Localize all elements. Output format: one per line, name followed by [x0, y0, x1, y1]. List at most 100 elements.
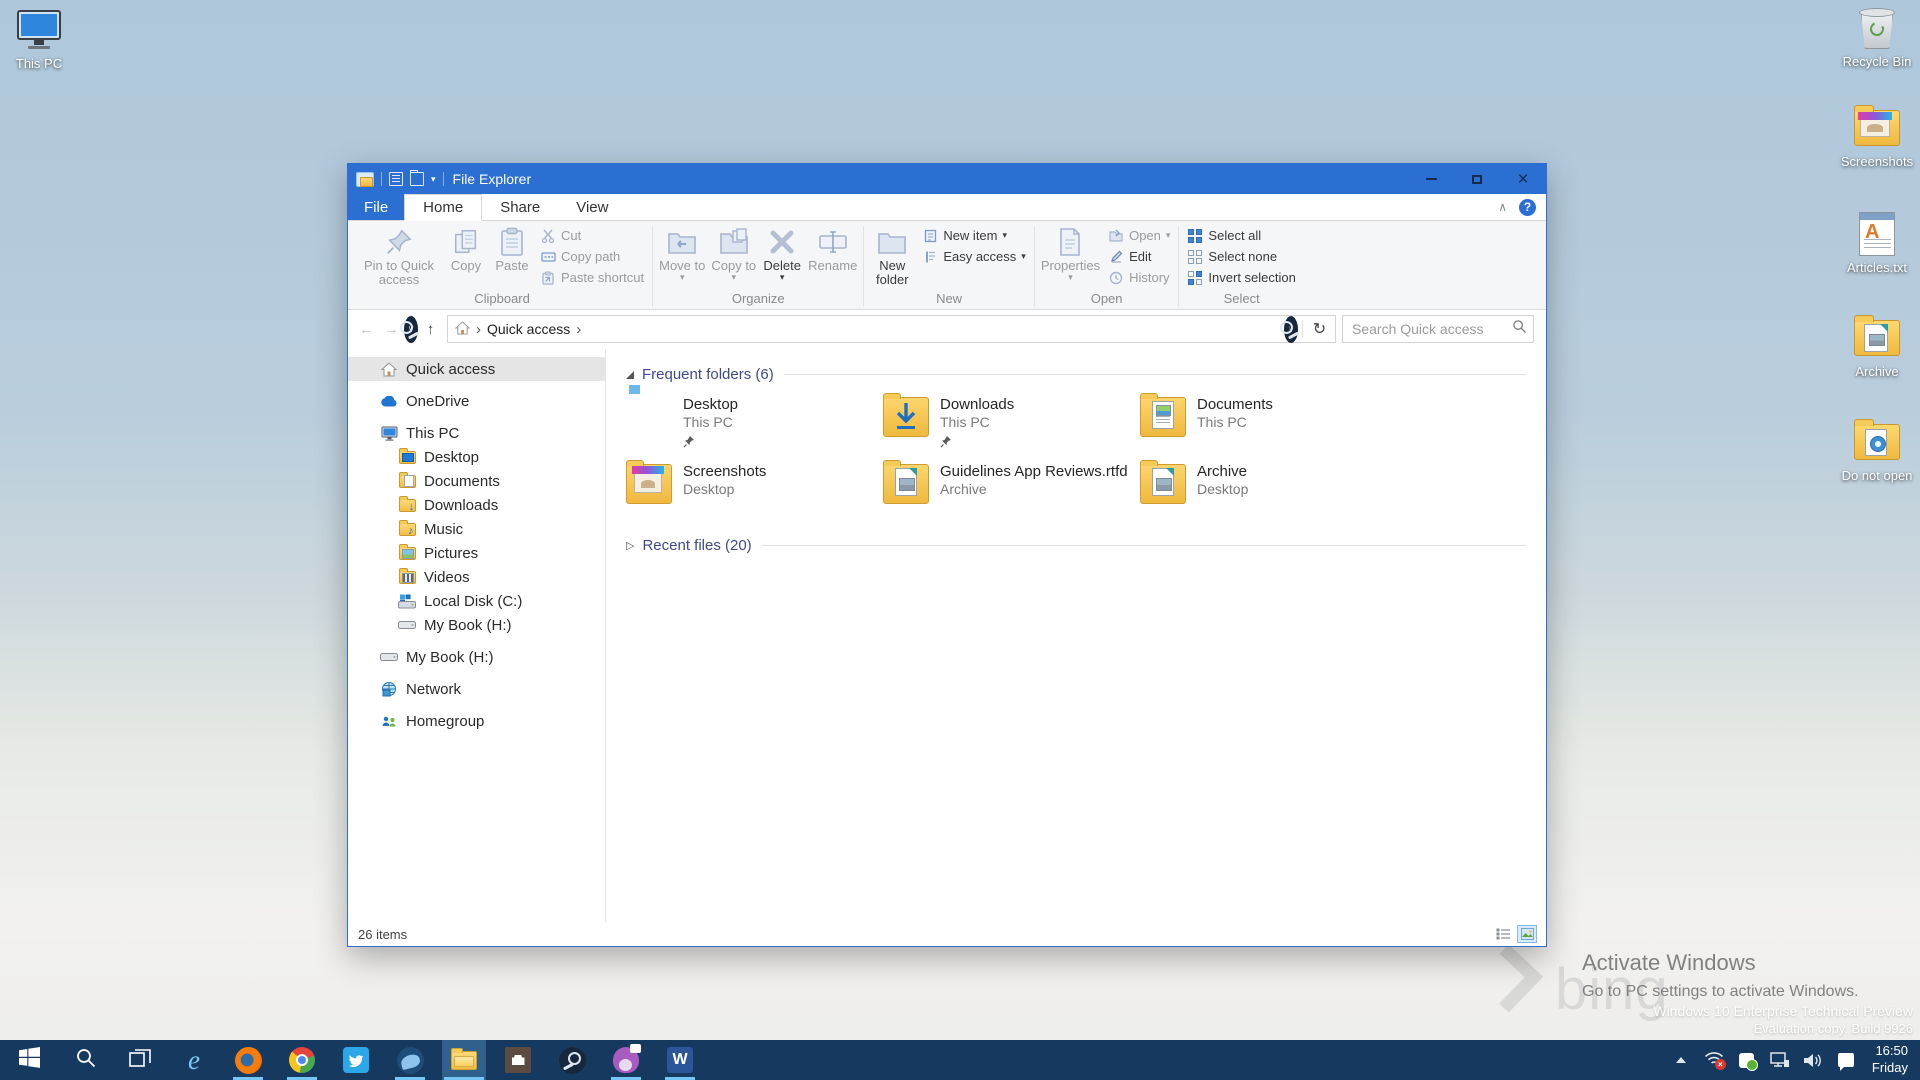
network-icon[interactable]	[1770, 1049, 1790, 1071]
sidebar-item-homegroup[interactable]: Homegroup	[348, 709, 605, 733]
up-button[interactable]: ↑	[418, 316, 443, 342]
recent-locations-icon[interactable]: ∨	[404, 316, 418, 343]
sidebar-item-pictures[interactable]: Pictures	[348, 541, 605, 565]
history-button[interactable]: History	[1103, 267, 1175, 288]
collapse-ribbon-icon[interactable]: ∧	[1498, 200, 1507, 214]
rename-button[interactable]: Rename	[805, 224, 860, 273]
sidebar-item-videos[interactable]: Videos	[348, 565, 605, 589]
help-icon[interactable]: ?	[1519, 199, 1536, 216]
sidebar-item-music[interactable]: Music	[348, 517, 605, 541]
folder-tile-archive[interactable]: Archive Desktop	[1140, 463, 1397, 521]
new-folder-button[interactable]: New folder	[867, 224, 917, 288]
sidebar-item-local-disk[interactable]: Local Disk (C:)	[348, 589, 605, 613]
search-icon[interactable]	[1512, 319, 1527, 339]
taskbar-word[interactable]: W	[658, 1040, 702, 1080]
sidebar-item-network[interactable]: Network	[348, 677, 605, 701]
start-button[interactable]	[4, 1040, 54, 1080]
show-hidden-icons-button[interactable]	[1671, 1049, 1691, 1071]
desktop-icon-articles[interactable]: Articles.txt	[1838, 210, 1916, 276]
sidebar-item-documents[interactable]: Documents	[348, 469, 605, 493]
do-not-open-folder-icon	[1854, 418, 1900, 466]
desktop-icon-this-pc[interactable]: This PC	[0, 6, 78, 72]
close-button[interactable]: ×	[1500, 164, 1546, 194]
sidebar-item-onedrive[interactable]: OneDrive	[348, 389, 605, 413]
folder-tile-documents[interactable]: Documents This PC	[1140, 396, 1397, 454]
taskbar-chrome[interactable]	[280, 1040, 324, 1080]
taskbar-store[interactable]	[496, 1040, 540, 1080]
maximize-button[interactable]	[1454, 164, 1500, 194]
tab-home[interactable]: Home	[404, 194, 482, 221]
sidebar-item-my-book[interactable]: My Book (H:)	[348, 613, 605, 637]
sidebar-item-downloads[interactable]: Downloads	[348, 493, 605, 517]
delete-button[interactable]: Delete ▾	[759, 224, 805, 282]
details-view-icon[interactable]	[1494, 926, 1512, 942]
refresh-icon[interactable]: ↻	[1307, 316, 1332, 342]
back-button[interactable]: ←	[354, 316, 379, 342]
edit-button[interactable]: Edit	[1103, 246, 1175, 267]
volume-icon[interactable]	[1803, 1049, 1823, 1071]
taskbar-file-explorer[interactable]	[442, 1040, 486, 1080]
home-icon	[379, 360, 399, 378]
wireless-disconnected-icon[interactable]: ×	[1704, 1049, 1724, 1071]
quick-access-toolbar: ▾	[356, 172, 444, 187]
copy-button[interactable]: Copy	[443, 224, 489, 273]
taskbar-pidgin[interactable]	[604, 1040, 648, 1080]
sidebar-item-desktop[interactable]: Desktop	[348, 445, 605, 469]
qat-customize-chevron-icon[interactable]: ▾	[431, 174, 436, 185]
qat-new-folder-icon[interactable]	[410, 172, 424, 186]
message-icon[interactable]	[1836, 1049, 1856, 1071]
search-input[interactable]	[1352, 321, 1512, 337]
paste-shortcut-button[interactable]: Paste shortcut	[535, 267, 649, 288]
taskbar-search-button[interactable]	[64, 1040, 108, 1080]
desktop-icon-recycle-bin[interactable]: Recycle Bin	[1838, 4, 1916, 70]
select-all-button[interactable]: Select all	[1182, 225, 1300, 246]
tab-file[interactable]: File	[348, 194, 404, 220]
taskbar-twitter[interactable]	[334, 1040, 378, 1080]
folder-tile-screenshots[interactable]: Screenshots Desktop	[626, 463, 883, 521]
sidebar-item-this-pc[interactable]: This PC	[348, 421, 605, 445]
minimize-button[interactable]	[1408, 164, 1454, 194]
properties-button[interactable]: Properties ▾	[1038, 224, 1103, 282]
delete-icon	[766, 227, 798, 257]
frequent-folders-header[interactable]: Frequent folders (6)	[626, 366, 1526, 383]
address-dropdown-icon[interactable]: ∨	[1284, 316, 1298, 343]
sidebar-item-quick-access[interactable]: Quick access	[348, 357, 605, 381]
taskbar-steam[interactable]	[550, 1040, 594, 1080]
taskbar-internet-explorer[interactable]: e	[172, 1040, 216, 1080]
open-button[interactable]: Open ▾	[1103, 225, 1175, 246]
cut-button[interactable]: Cut	[535, 225, 649, 246]
desktop-icon-archive[interactable]: Archive	[1838, 314, 1916, 380]
folder-tile-desktop[interactable]: Desktop This PC	[626, 396, 883, 454]
search-box[interactable]	[1342, 315, 1534, 343]
taskbar-thunderbird[interactable]	[388, 1040, 432, 1080]
taskbar-firefox[interactable]	[226, 1040, 270, 1080]
desktop-icon-screenshots[interactable]: Screenshots	[1838, 104, 1916, 170]
copy-path-button[interactable]: Copy path	[535, 246, 649, 267]
pin-to-quick-access-button[interactable]: Pin to Quick access	[355, 224, 443, 288]
address-box[interactable]: Quick access ∨ ↻	[447, 315, 1336, 343]
task-view-button[interactable]	[118, 1040, 162, 1080]
pictures-folder-icon	[397, 544, 417, 562]
breadcrumb-segment[interactable]: Quick access	[487, 321, 570, 337]
tray-status-icon[interactable]	[1737, 1049, 1757, 1071]
desktop-icon-do-not-open[interactable]: Do not open	[1838, 418, 1916, 484]
folder-tile-guidelines[interactable]: Guidelines App Reviews.rtfd Archive	[883, 463, 1140, 521]
breadcrumb-chevron-icon[interactable]	[570, 321, 587, 338]
title-bar[interactable]: ▾ File Explorer ×	[348, 164, 1546, 194]
invert-selection-button[interactable]: Invert selection	[1182, 267, 1300, 288]
folder-tile-downloads[interactable]: Downloads This PC	[883, 396, 1140, 454]
move-to-button[interactable]: Move to▾	[656, 224, 708, 282]
paste-button[interactable]: Paste	[489, 224, 535, 273]
icons-view-icon[interactable]	[1518, 926, 1536, 942]
taskbar-clock[interactable]: 16:50 Friday	[1872, 1043, 1908, 1077]
qat-properties-icon[interactable]	[389, 172, 403, 186]
new-item-button[interactable]: New item ▾	[917, 225, 1031, 246]
recent-files-header[interactable]: ▷ Recent files (20)	[626, 537, 1526, 554]
tab-view[interactable]: View	[558, 194, 626, 220]
copy-to-button[interactable]: Copy to▾	[708, 224, 759, 282]
pidgin-icon	[613, 1047, 639, 1073]
easy-access-button[interactable]: Easy access ▾	[917, 246, 1031, 267]
tab-share[interactable]: Share	[482, 194, 558, 220]
sidebar-item-my-book-root[interactable]: My Book (H:)	[348, 645, 605, 669]
select-none-button[interactable]: Select none	[1182, 246, 1300, 267]
